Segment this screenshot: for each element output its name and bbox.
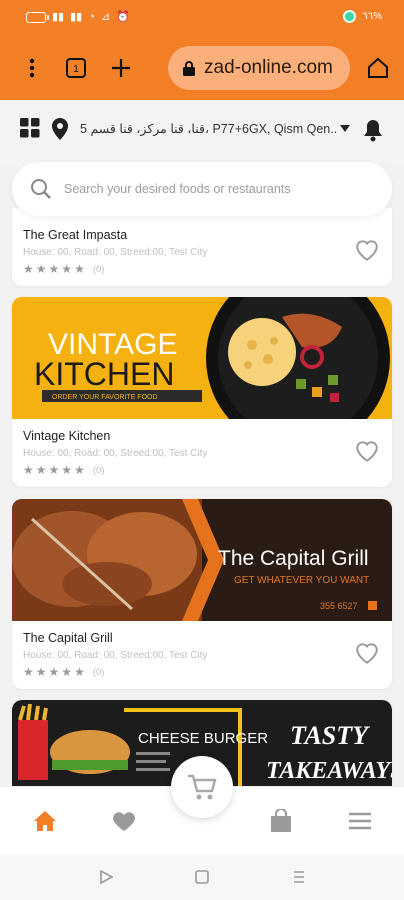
banner-tagline: GET WHATEVER YOU WANT xyxy=(234,575,369,586)
wifi-icon: ◔ xyxy=(88,11,95,23)
url-bar[interactable]: zad-online.com xyxy=(168,46,350,90)
status-bar: ▮▮ ▮▮ ◔ ⊿ ⏰ ٦٦% xyxy=(0,0,404,36)
system-home-icon[interactable] xyxy=(193,868,211,886)
star-icon: ★ xyxy=(74,262,85,276)
url-text: zad-online.com xyxy=(204,57,333,78)
star-icon: ★ xyxy=(61,262,73,276)
tabs-icon[interactable]: 1 xyxy=(62,54,90,82)
volume-icon: ⊿ xyxy=(100,11,111,23)
nav-favorites[interactable] xyxy=(110,807,138,835)
notification-bell-icon[interactable] xyxy=(362,118,384,142)
rating-stars: ★ ★ ★ ★ ★ (0) xyxy=(23,262,104,276)
star-icon: ★ xyxy=(35,463,47,477)
browser-home-icon[interactable] xyxy=(364,54,392,82)
banner-right-line2: TAKEAWAYS xyxy=(266,758,392,784)
banner-phone: 355 6527 xyxy=(320,601,358,611)
location-pin-icon[interactable] xyxy=(52,118,68,140)
browser-toolbar: 1 zad-online.com xyxy=(0,36,404,100)
rating-count: (0) xyxy=(92,263,105,275)
star-icon: ★ xyxy=(23,665,34,679)
delivery-address[interactable]: 5 قنا، قنا مركز، قنا قسم، P77+6GX, Qism … xyxy=(80,121,338,136)
restaurant-banner: The Capital Grill GET WHATEVER YOU WANT … xyxy=(12,499,392,621)
app-header: 5 قنا، قنا مركز، قنا قسم، P77+6GX, Qism … xyxy=(0,100,404,164)
svg-text:1: 1 xyxy=(73,64,79,75)
restaurant-name: The Capital Grill xyxy=(23,631,113,645)
home-icon xyxy=(34,811,56,831)
rating-stars: ★ ★ ★ ★ ★ (0) xyxy=(23,665,104,679)
bag-icon xyxy=(271,809,291,832)
rating-count: (0) xyxy=(92,464,105,476)
star-icon: ★ xyxy=(23,463,34,477)
star-icon: ★ xyxy=(74,463,85,477)
favorite-heart-icon[interactable] xyxy=(354,641,380,665)
restaurant-address: House: 00, Road: 00, Streed:00, Test Cit… xyxy=(23,247,208,258)
rating-count: (0) xyxy=(92,666,105,678)
search-bar[interactable] xyxy=(12,162,392,216)
favorite-heart-icon[interactable] xyxy=(354,439,380,463)
nav-menu[interactable] xyxy=(346,807,374,835)
menu-icon xyxy=(349,812,371,830)
star-icon: ★ xyxy=(48,665,60,679)
banner-title: The Capital Grill xyxy=(218,547,369,570)
notification-badge-icon xyxy=(343,10,357,23)
star-icon: ★ xyxy=(35,262,47,276)
signal-icon-2: ▮▮ xyxy=(70,11,83,23)
restaurant-address: House: 00, Road: 00, Streed:00, Test Cit… xyxy=(23,448,208,459)
cart-icon xyxy=(188,774,217,800)
system-navigation-bar xyxy=(0,854,404,900)
rating-stars: ★ ★ ★ ★ ★ (0) xyxy=(23,463,104,477)
address-dropdown-icon[interactable] xyxy=(340,125,350,132)
banner-tagline: ORDER YOUR FAVORITE FOOD xyxy=(52,394,158,401)
star-icon: ★ xyxy=(74,665,85,679)
signal-icon: ▮▮ xyxy=(52,11,65,23)
star-icon: ★ xyxy=(48,262,60,276)
star-icon: ★ xyxy=(61,463,73,477)
restaurant-card[interactable]: The Capital Grill GET WHATEVER YOU WANT … xyxy=(12,499,392,689)
search-icon xyxy=(31,179,51,199)
restaurant-card[interactable]: VINTAGE KITCHEN ORDER YOUR FAVORITE FOOD… xyxy=(12,297,392,487)
favorite-heart-icon[interactable] xyxy=(354,238,380,262)
status-left-icons: ▮▮ ▮▮ ◔ ⊿ ⏰ xyxy=(26,10,130,24)
search-input[interactable] xyxy=(64,182,364,196)
banner-line2: KITCHEN xyxy=(34,356,174,392)
alarm-icon: ⏰ xyxy=(116,11,130,23)
status-right: ٦٦% xyxy=(343,10,382,23)
banner-right-line1: TASTY xyxy=(290,721,370,750)
star-icon: ★ xyxy=(48,463,60,477)
star-icon: ★ xyxy=(61,665,73,679)
vintage-kitchen-banner-art: VINTAGE KITCHEN ORDER YOUR FAVORITE FOOD xyxy=(12,297,392,419)
capital-grill-banner-art: The Capital Grill GET WHATEVER YOU WANT … xyxy=(12,499,392,621)
lock-icon xyxy=(183,60,195,76)
heart-icon xyxy=(113,812,135,831)
banner-left-text: CHEESE BURGER xyxy=(138,730,268,747)
star-icon: ★ xyxy=(23,262,34,276)
categories-grid-icon[interactable] xyxy=(20,118,40,138)
restaurant-card[interactable]: The Great Impasta House: 00, Road: 00, S… xyxy=(12,208,392,286)
system-back-icon[interactable] xyxy=(97,868,115,886)
restaurant-banner: VINTAGE KITCHEN ORDER YOUR FAVORITE FOOD xyxy=(12,297,392,419)
browser-more-icon[interactable] xyxy=(18,54,46,82)
restaurant-name: The Great Impasta xyxy=(23,228,128,242)
new-tab-icon[interactable] xyxy=(107,54,135,82)
nav-orders[interactable] xyxy=(267,807,295,835)
star-icon: ★ xyxy=(35,665,47,679)
cart-button[interactable] xyxy=(171,756,233,818)
restaurant-name: Vintage Kitchen xyxy=(23,429,111,443)
battery-text: ٦٦% xyxy=(362,11,382,22)
system-recents-icon[interactable] xyxy=(290,868,308,886)
restaurant-address: House: 00, Road: 00, Streed:00, Test Cit… xyxy=(23,650,208,661)
battery-icon xyxy=(26,11,49,23)
nav-home[interactable] xyxy=(31,807,59,835)
